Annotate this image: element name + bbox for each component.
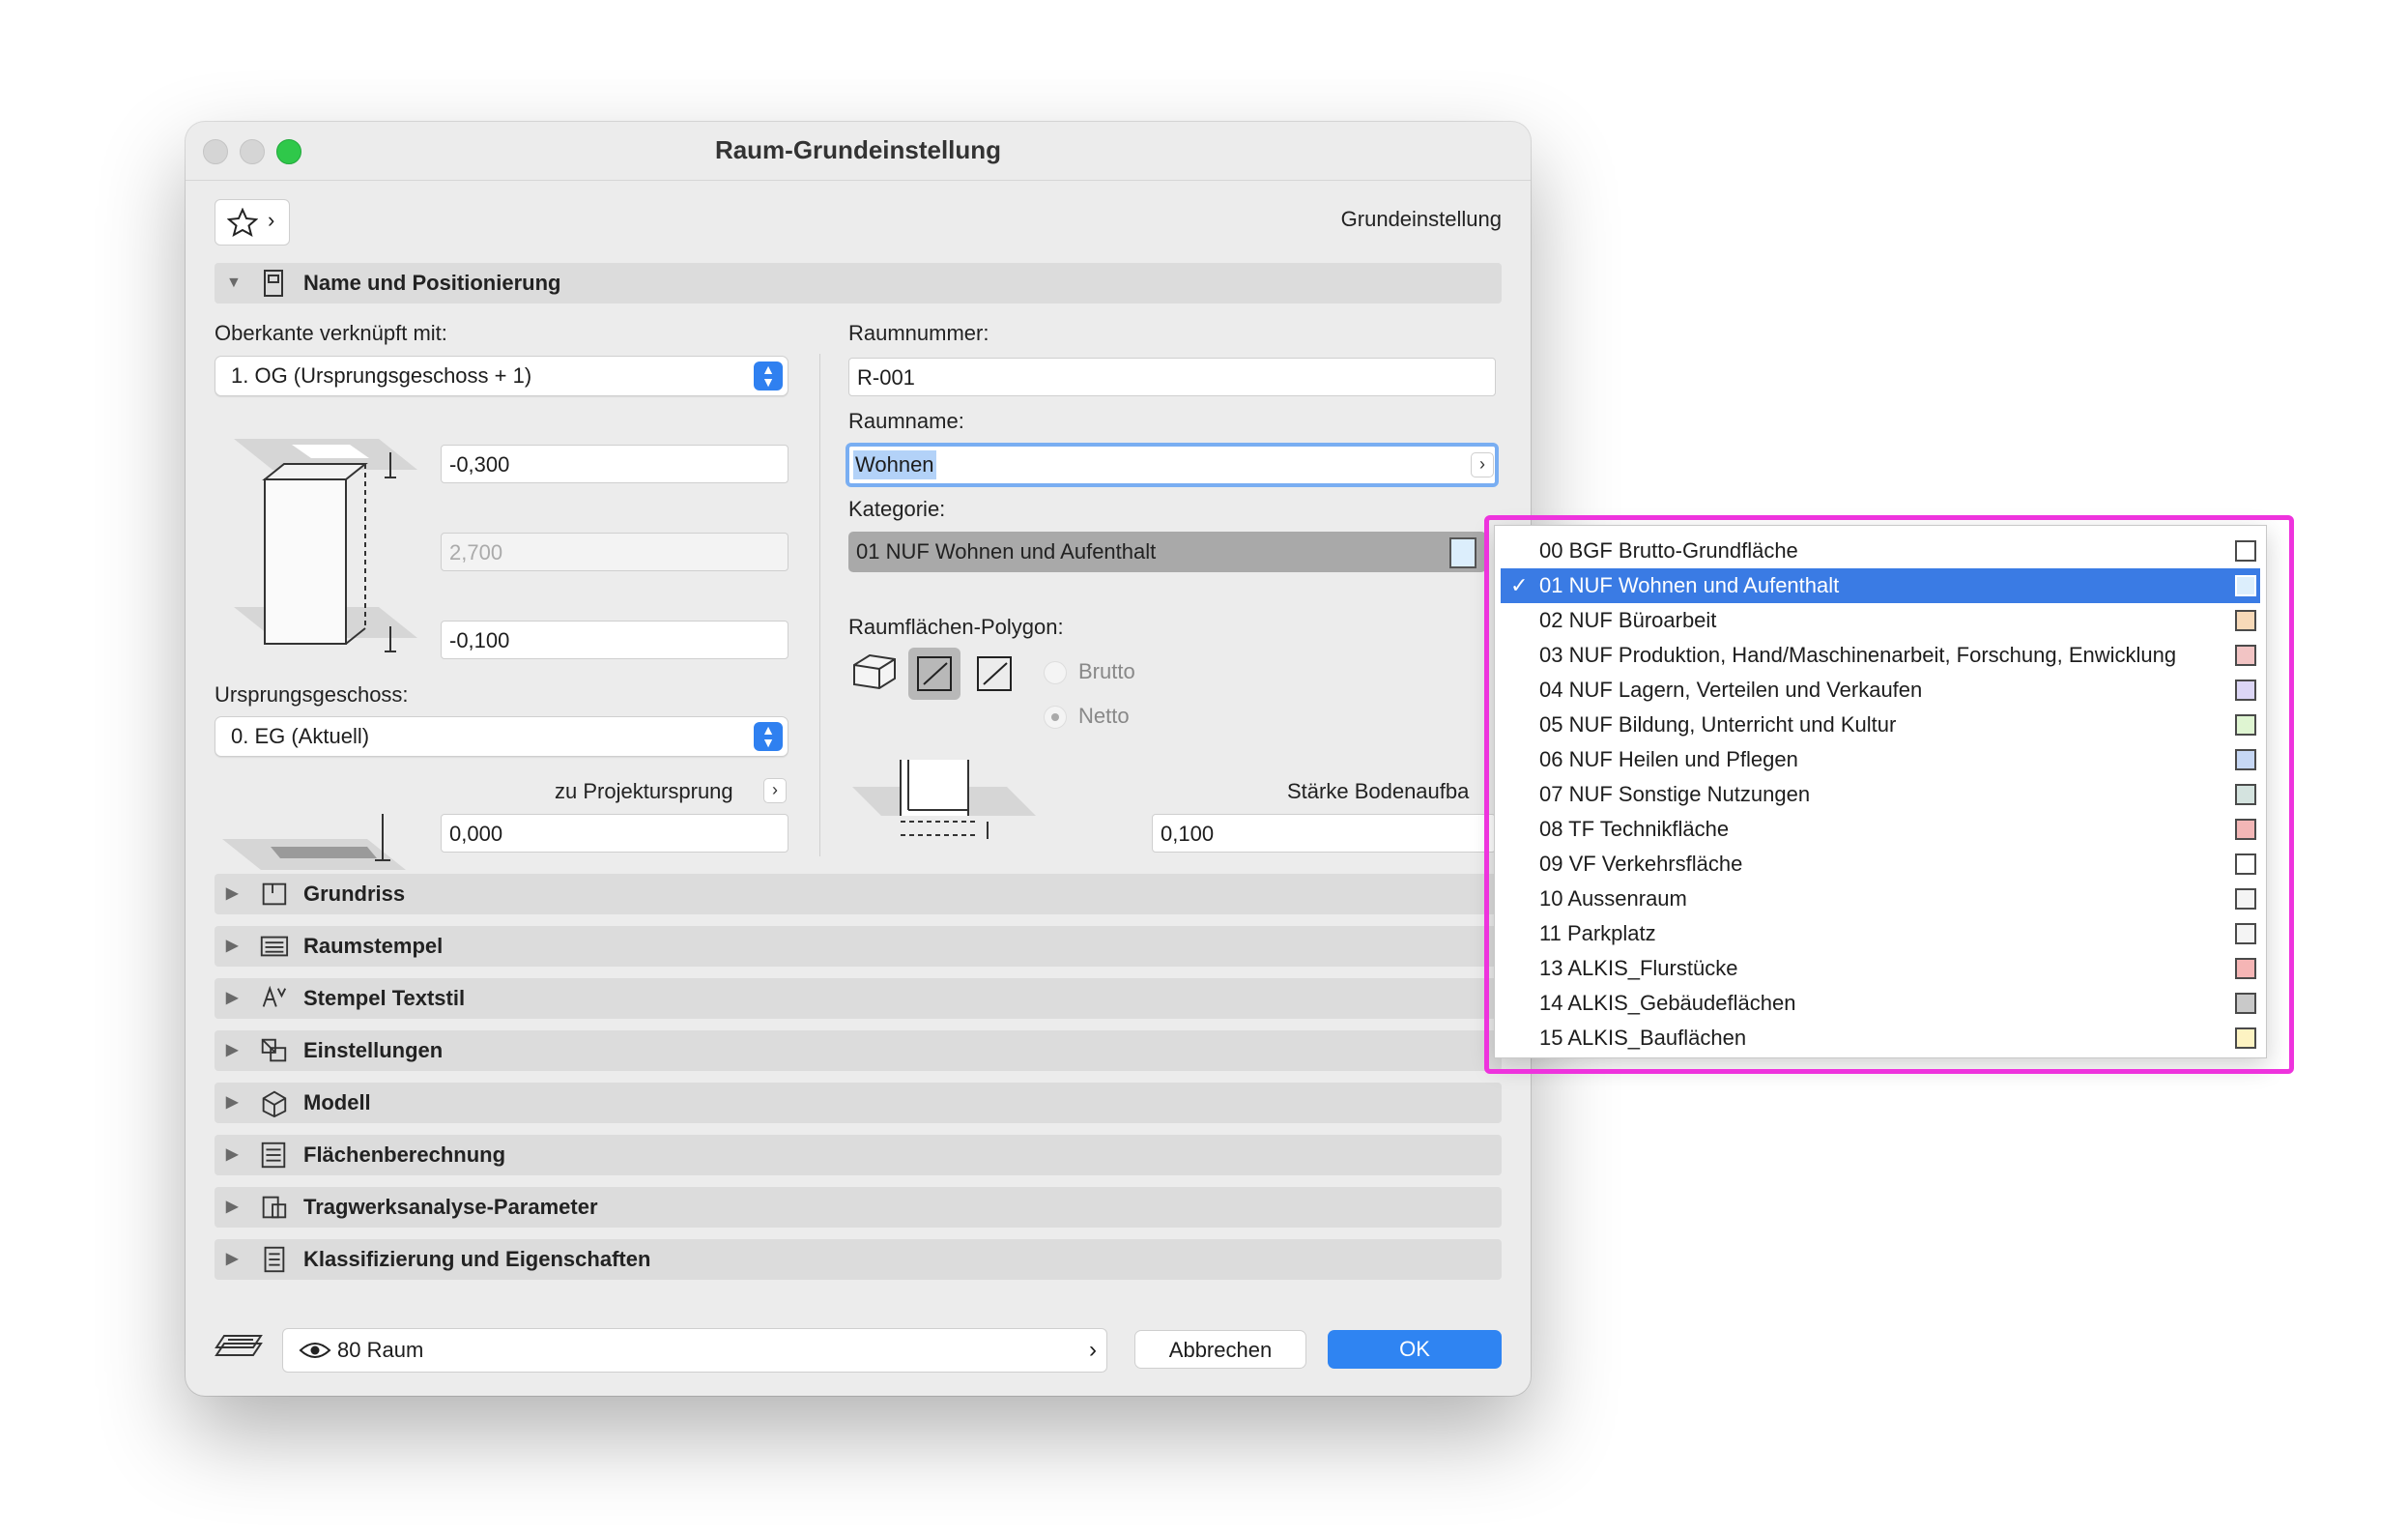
floor-thickness-diagram xyxy=(852,760,1036,839)
top-linked-label: Oberkante verknüpft mit: xyxy=(215,321,447,345)
section-title: Tragwerksanalyse-Parameter xyxy=(303,1195,598,1219)
section-title: Name und Positionierung xyxy=(303,271,561,295)
floor-thickness-field[interactable]: 0,100 xyxy=(1152,814,1496,853)
top-linked-select[interactable]: 1. OG (Ursprungsgeschoss + 1) ▲ ▼ xyxy=(215,356,788,396)
chevron-right-icon: › xyxy=(1089,1337,1097,1363)
section-title: Stempel Textstil xyxy=(303,986,466,1010)
bottom-offset-field[interactable]: -0,100 xyxy=(441,621,788,659)
gross-radio[interactable] xyxy=(1044,661,1067,684)
room-name-field[interactable]: Wohnen xyxy=(846,443,1499,487)
section-model[interactable]: ▶ Modell xyxy=(215,1083,1502,1123)
project-zero-label: zu Projekturspr‌ung xyxy=(555,779,733,803)
home-story-select[interactable]: 0. EG (Aktuell) ▲ ▼ xyxy=(215,716,788,757)
section-area-calc[interactable]: ▶ Flächenberechnung xyxy=(215,1135,1502,1175)
disclosure-closed-icon: ▶ xyxy=(226,990,239,1006)
favorites-button[interactable]: › xyxy=(215,199,290,246)
updown-icon: ▲ ▼ xyxy=(754,362,783,390)
area-calc-icon xyxy=(261,1142,286,1169)
disclosure-closed-icon: ▶ xyxy=(226,1094,239,1111)
polygon-label: Raumflächen-Polygon: xyxy=(848,615,1064,639)
chevron-right-icon: › xyxy=(1479,454,1485,474)
column-divider xyxy=(819,354,820,856)
eye-icon xyxy=(299,1343,331,1358)
category-color-swatch xyxy=(1449,537,1476,568)
ok-button[interactable]: OK xyxy=(1328,1330,1502,1369)
polygon-gross-button[interactable] xyxy=(908,648,960,700)
room-name-label: Raumname: xyxy=(848,409,964,433)
floor-thickness-label: Stärke Bodenaufba xyxy=(1287,779,1470,803)
top-offset-field[interactable]: -0,300 xyxy=(441,445,788,483)
disclosure-closed-icon: ▶ xyxy=(226,885,239,902)
classification-icon xyxy=(264,1246,285,1273)
disclosure-closed-icon: ▶ xyxy=(226,1042,239,1058)
structural-icon xyxy=(262,1196,287,1219)
room-number-label: Raumnummer: xyxy=(848,321,989,345)
layer-icon xyxy=(215,1335,263,1356)
disclosure-closed-icon: ▶ xyxy=(226,1251,239,1267)
project-zero-chevron-button[interactable]: › xyxy=(763,778,787,803)
height-field[interactable]: 2,700 xyxy=(441,533,788,571)
category-label: Kategorie: xyxy=(848,497,946,521)
gross-polygon-icon xyxy=(917,656,952,691)
disclosure-closed-icon: ▶ xyxy=(226,1199,239,1215)
net-radio-dot xyxy=(1051,713,1059,721)
dialog-window: Raum-Grundeinstellung › Grundeinstellung… xyxy=(186,122,1531,1396)
room-number-field[interactable]: R-001 xyxy=(848,358,1496,396)
room-name-chevron-button[interactable]: › xyxy=(1471,452,1494,477)
section-settings[interactable]: ▶ Einstellungen xyxy=(215,1030,1502,1071)
home-story-label: Ursprungsgeschoss: xyxy=(215,682,409,707)
zone-height-diagram xyxy=(234,439,417,652)
home-story-value: 0. EG (Aktuell) xyxy=(231,724,370,748)
zone-stamp-icon xyxy=(260,936,289,957)
chevron-right-icon: › xyxy=(268,208,275,232)
net-polygon-icon[interactable] xyxy=(968,648,1020,700)
disclosure-open-icon: ▼ xyxy=(226,275,242,291)
settings-icon xyxy=(261,1038,287,1062)
star-icon xyxy=(227,208,258,237)
room-name-value: Wohnen xyxy=(853,450,936,479)
window-title: Raum-Grundeinstellung xyxy=(714,135,1002,164)
top-linked-value: 1. OG (Ursprungsgeschoss + 1) xyxy=(231,363,532,388)
zone-name-icon xyxy=(264,270,283,297)
project-zero-diagram xyxy=(222,814,406,870)
gross-label: Brutto xyxy=(1078,659,1135,683)
category-select[interactable]: 01 NUF Wohnen und Aufenthalt xyxy=(848,532,1486,572)
section-text-style[interactable]: ▶ Stempel Textstil xyxy=(215,978,1502,1019)
polygon-3d-icon[interactable] xyxy=(848,650,901,698)
section-title: Einstellungen xyxy=(303,1038,444,1062)
chevron-right-icon: › xyxy=(772,780,778,799)
title-bar: Raum-Grundeinstellung xyxy=(186,122,1531,181)
disclosure-closed-icon: ▶ xyxy=(226,1146,239,1163)
net-radio[interactable] xyxy=(1044,706,1067,729)
net-label: Netto xyxy=(1078,704,1130,728)
section-name-positioning[interactable]: ▼ Name und Positionierung xyxy=(215,263,1502,304)
layer-value: 80 Raum xyxy=(337,1338,424,1362)
updown-icon: ▲ ▼ xyxy=(754,722,783,751)
project-zero-field[interactable]: 0,000 xyxy=(441,814,788,853)
preset-label: Grundeinstellung xyxy=(1340,207,1502,231)
section-title: Raumstempel xyxy=(303,934,444,958)
section-structural[interactable]: ▶ Tragwerksanalyse-Parameter xyxy=(215,1187,1502,1228)
cancel-button[interactable]: Abbrechen xyxy=(1134,1330,1306,1369)
model-icon xyxy=(262,1090,287,1118)
highlight-annotation xyxy=(1484,515,2294,1074)
layer-select[interactable]: 80 Raum › xyxy=(282,1328,1107,1373)
section-title: Flächenberechnung xyxy=(303,1143,506,1167)
category-value: 01 NUF Wohnen und Aufenthalt xyxy=(856,539,1157,564)
disclosure-closed-icon: ▶ xyxy=(226,938,239,954)
text-style-icon xyxy=(262,985,287,1007)
section-classification[interactable]: ▶ Klassifizierung und Eigenschaften xyxy=(215,1239,1502,1280)
floor-plan-icon xyxy=(262,882,287,906)
section-title: Grundriss xyxy=(303,882,406,906)
section-zone-stamp[interactable]: ▶ Raumstempel xyxy=(215,926,1502,967)
section-floor-plan[interactable]: ▶ Grundriss xyxy=(215,874,1502,914)
section-title: Klassifizierung und Eigenschaften xyxy=(303,1247,651,1271)
section-title: Modell xyxy=(303,1090,371,1114)
